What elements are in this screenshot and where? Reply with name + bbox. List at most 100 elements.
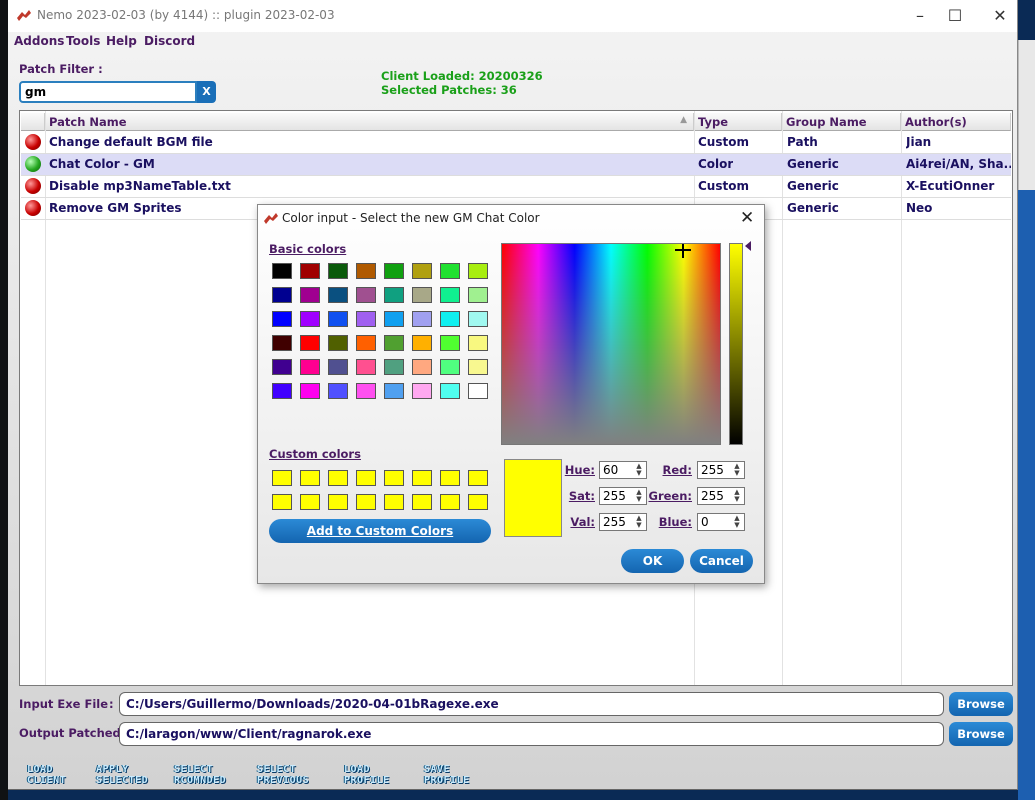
patch-enabled-icon[interactable]	[25, 156, 41, 172]
basic-color-swatch[interactable]	[356, 311, 376, 327]
save-profile-button[interactable]: SAVE PROFILE	[424, 764, 470, 786]
basic-color-swatch[interactable]	[328, 311, 348, 327]
custom-color-swatch[interactable]	[328, 470, 348, 486]
custom-color-swatch[interactable]	[468, 470, 488, 486]
basic-color-swatch[interactable]	[272, 287, 292, 303]
basic-color-swatch[interactable]	[440, 383, 460, 399]
select-previous-button[interactable]: SELECT PREVIOUS	[257, 764, 309, 786]
custom-color-swatch[interactable]	[272, 470, 292, 486]
basic-color-swatch[interactable]	[300, 287, 320, 303]
basic-color-swatch[interactable]	[328, 263, 348, 279]
output-patched-field[interactable]: C:/laragon/www/Client/ragnarok.exe	[119, 722, 944, 746]
basic-color-swatch[interactable]	[468, 383, 488, 399]
spin-arrows-icon[interactable]: ▲ ▼	[732, 489, 742, 503]
basic-color-swatch[interactable]	[384, 311, 404, 327]
custom-color-swatch[interactable]	[272, 494, 292, 510]
basic-color-swatch[interactable]	[384, 383, 404, 399]
load-profile-button[interactable]: LOAD PROFILE	[344, 764, 390, 786]
custom-color-swatch[interactable]	[440, 494, 460, 510]
cancel-button[interactable]: Cancel	[690, 549, 753, 573]
patch-disabled-icon[interactable]	[25, 134, 41, 150]
basic-color-swatch[interactable]	[468, 311, 488, 327]
basic-color-swatch[interactable]	[272, 359, 292, 375]
luminance-arrow-icon[interactable]	[745, 241, 751, 251]
custom-color-swatch[interactable]	[356, 470, 376, 486]
custom-color-swatch[interactable]	[300, 494, 320, 510]
spin-arrows-icon[interactable]: ▲ ▼	[634, 489, 644, 503]
basic-color-swatch[interactable]	[272, 383, 292, 399]
basic-color-swatch[interactable]	[328, 359, 348, 375]
color-spectrum[interactable]	[501, 243, 721, 445]
browse-input-button[interactable]: Browse	[949, 692, 1013, 716]
apply-selected-button[interactable]: APPLY SELECTED	[96, 764, 148, 786]
custom-color-swatch[interactable]	[412, 470, 432, 486]
header-authors[interactable]: Author(s)	[901, 113, 1011, 131]
header-type[interactable]: Type	[694, 113, 782, 131]
custom-color-swatch[interactable]	[384, 470, 404, 486]
val-spinbox[interactable]: 255 ▲ ▼	[599, 513, 647, 531]
basic-color-swatch[interactable]	[300, 311, 320, 327]
basic-color-swatch[interactable]	[328, 287, 348, 303]
luminance-slider[interactable]	[729, 243, 743, 445]
patch-filter-input[interactable]: gm	[19, 81, 197, 103]
custom-color-swatch[interactable]	[356, 494, 376, 510]
patch-disabled-icon[interactable]	[25, 200, 41, 216]
basic-color-swatch[interactable]	[356, 335, 376, 351]
menu-tools[interactable]: Tools	[66, 34, 100, 48]
basic-color-swatch[interactable]	[356, 287, 376, 303]
basic-color-swatch[interactable]	[412, 311, 432, 327]
table-row[interactable]: Chat Color - GM Color Generic Ai4rei/AN,…	[21, 154, 1011, 176]
basic-color-swatch[interactable]	[300, 263, 320, 279]
clear-filter-button[interactable]: X	[197, 81, 216, 103]
basic-color-swatch[interactable]	[384, 287, 404, 303]
header-patch-name[interactable]: Patch Name ▲	[45, 113, 694, 131]
basic-color-swatch[interactable]	[300, 335, 320, 351]
custom-color-swatch[interactable]	[300, 470, 320, 486]
basic-color-swatch[interactable]	[412, 263, 432, 279]
basic-color-swatch[interactable]	[300, 383, 320, 399]
basic-color-swatch[interactable]	[412, 287, 432, 303]
browse-output-button[interactable]: Browse	[949, 722, 1013, 746]
basic-color-swatch[interactable]	[440, 335, 460, 351]
blue-spinbox[interactable]: 0 ▲ ▼	[697, 513, 745, 531]
basic-color-swatch[interactable]	[468, 335, 488, 351]
basic-color-swatch[interactable]	[468, 263, 488, 279]
menu-addons[interactable]: Addons	[14, 34, 64, 48]
basic-color-swatch[interactable]	[328, 335, 348, 351]
basic-color-swatch[interactable]	[412, 335, 432, 351]
basic-color-swatch[interactable]	[440, 311, 460, 327]
input-exe-field[interactable]: C:/Users/Guillermo/Downloads/2020-04-01b…	[119, 692, 944, 716]
basic-color-swatch[interactable]	[440, 359, 460, 375]
basic-color-swatch[interactable]	[384, 263, 404, 279]
spin-arrows-icon[interactable]: ▲ ▼	[732, 515, 742, 529]
minimize-button[interactable]: –	[905, 5, 935, 27]
basic-color-swatch[interactable]	[356, 263, 376, 279]
hue-spinbox[interactable]: 60 ▲ ▼	[599, 461, 647, 479]
basic-color-swatch[interactable]	[440, 263, 460, 279]
basic-color-swatch[interactable]	[440, 287, 460, 303]
menu-discord[interactable]: Discord	[144, 34, 195, 48]
basic-color-swatch[interactable]	[272, 263, 292, 279]
basic-color-swatch[interactable]	[412, 359, 432, 375]
spin-arrows-icon[interactable]: ▲ ▼	[634, 515, 644, 529]
custom-color-swatch[interactable]	[440, 470, 460, 486]
basic-color-swatch[interactable]	[356, 383, 376, 399]
header-group-name[interactable]: Group Name	[782, 113, 901, 131]
dialog-close-icon[interactable]: ✕	[740, 208, 754, 228]
custom-color-swatch[interactable]	[412, 494, 432, 510]
spin-arrows-icon[interactable]: ▲ ▼	[634, 463, 644, 477]
select-recommended-button[interactable]: SELECT RCOMNDED	[174, 764, 226, 786]
basic-color-swatch[interactable]	[384, 335, 404, 351]
red-spinbox[interactable]: 255 ▲ ▼	[697, 461, 745, 479]
maximize-button[interactable]: ☐	[940, 5, 970, 27]
basic-color-swatch[interactable]	[328, 383, 348, 399]
custom-color-swatch[interactable]	[384, 494, 404, 510]
basic-color-swatch[interactable]	[412, 383, 432, 399]
green-spinbox[interactable]: 255 ▲ ▼	[697, 487, 745, 505]
spin-arrows-icon[interactable]: ▲ ▼	[732, 463, 742, 477]
sat-spinbox[interactable]: 255 ▲ ▼	[599, 487, 647, 505]
table-row[interactable]: Disable mp3NameTable.txt Custom Generic …	[21, 176, 1011, 198]
table-row[interactable]: Change default BGM file Custom Path Jian	[21, 132, 1011, 154]
basic-color-swatch[interactable]	[272, 311, 292, 327]
basic-color-swatch[interactable]	[356, 359, 376, 375]
